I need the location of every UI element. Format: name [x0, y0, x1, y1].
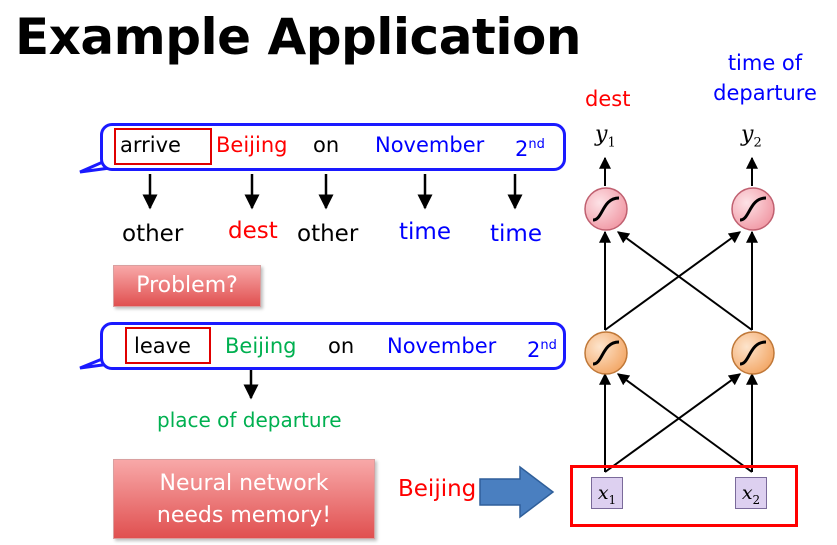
output-y1: y1 [595, 122, 616, 151]
output-label-time-line2: departure [713, 81, 817, 105]
memory-note: Neural network needs memory! [113, 459, 375, 539]
tag-time-2: time [490, 221, 542, 247]
s1-word-day: 2nd [515, 137, 545, 161]
edge-h1-o2 [604, 231, 741, 331]
s2-word-leave: leave [134, 334, 191, 358]
input-word-beijing: Beijing [398, 476, 477, 502]
s1-word-on: on [313, 133, 340, 157]
input-arrow [479, 465, 555, 519]
problem-label: Problem? [113, 265, 261, 307]
s2-word-day: 2nd [527, 338, 557, 362]
edge-x1-h2 [604, 373, 741, 473]
edge-h2-o1 [617, 231, 753, 331]
tag-other-2: other [297, 221, 359, 247]
hidden-neuron-2 [731, 331, 775, 375]
s2-word-november: November [387, 334, 497, 358]
input-x2: x2 [735, 477, 767, 509]
edge-x2-h1 [617, 373, 753, 473]
s1-word-arrive: arrive [120, 133, 181, 157]
output-label-time: time of departure [700, 48, 830, 108]
s2-word-on: on [328, 334, 355, 358]
output-neuron-1 [584, 187, 628, 231]
tag-time-1: time [399, 219, 451, 245]
tag-dest: dest [228, 218, 278, 244]
input-x1: x1 [591, 477, 623, 509]
hidden-neuron-1 [584, 331, 628, 375]
memory-note-line1: Neural network [159, 471, 329, 496]
memory-note-line2: needs memory! [156, 503, 332, 528]
s2-word-beijing: Beijing [225, 334, 297, 358]
tag-other-1: other [122, 221, 184, 247]
s1-word-november: November [375, 133, 485, 157]
output-y2: y2 [741, 122, 762, 151]
s1-word-beijing: Beijing [216, 133, 288, 157]
output-neuron-2 [731, 187, 775, 231]
tag-place-of-departure: place of departure [157, 408, 342, 432]
output-label-dest: dest [585, 87, 631, 111]
output-label-time-line1: time of [727, 51, 803, 75]
